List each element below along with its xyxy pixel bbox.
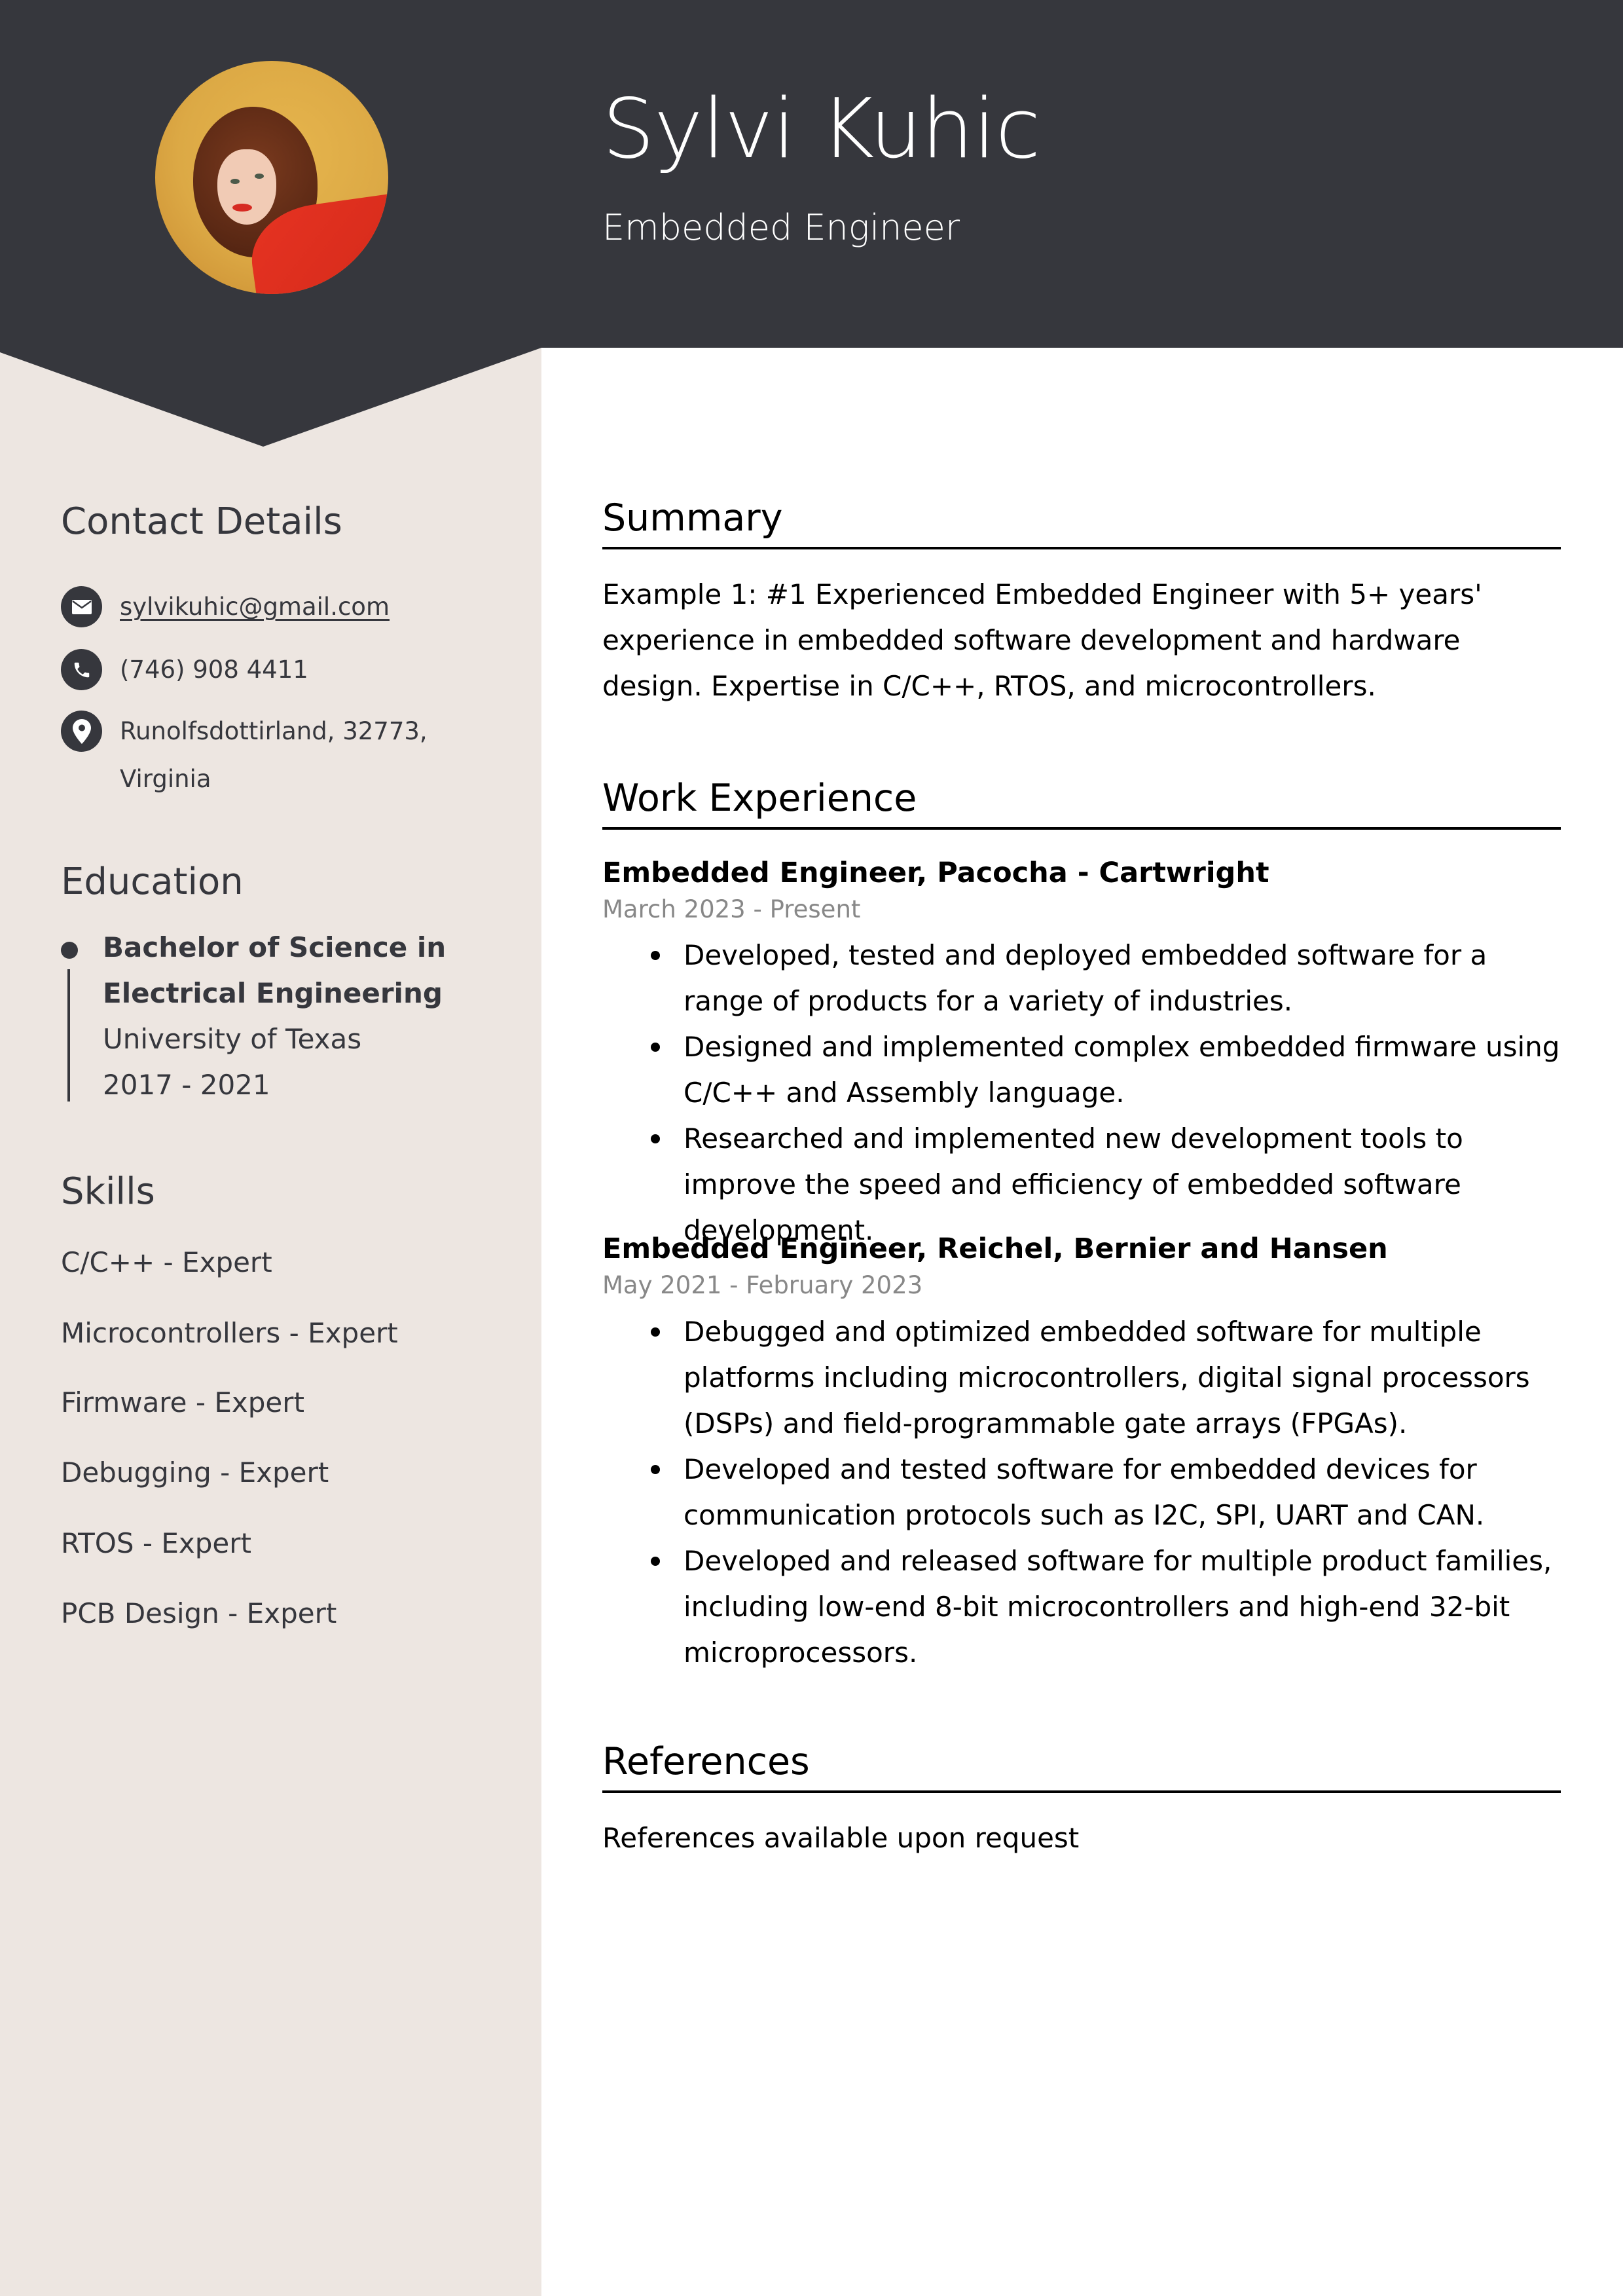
bullet-text: Researched and implemented new developme… xyxy=(684,1122,1463,1246)
photo-lips xyxy=(232,204,252,212)
degree-line-1: Bachelor of Science in xyxy=(103,931,447,963)
school-name: University of Texas xyxy=(103,1023,362,1055)
skill-item: C/C++ - Expert xyxy=(61,1246,272,1278)
contact-address: Runolfsdottirland, 32773, Virginia xyxy=(61,711,428,803)
summary-text: Example 1: #1 Experienced Embedded Engin… xyxy=(602,578,1482,702)
degree-line-2: Electrical Engineering xyxy=(103,977,443,1009)
job-entry-header: Embedded Engineer, Reichel, Bernier and … xyxy=(602,1229,1561,1303)
bullet-icon xyxy=(651,951,660,960)
job-title: Embedded Engineer, Pacocha - Cartwright xyxy=(602,857,1269,889)
skill-item: Microcontrollers - Expert xyxy=(61,1317,398,1349)
job-bullet: Developed and tested software for embedd… xyxy=(651,1447,1565,1538)
phone-number: (746) 908 4411 xyxy=(120,656,308,684)
job-bullet: Designed and implemented complex embedde… xyxy=(651,1024,1565,1116)
timeline-dot xyxy=(61,942,78,959)
address-line-2: Virginia xyxy=(120,765,211,793)
job-bullet: Developed, tested and deployed embedded … xyxy=(651,933,1565,1024)
job-entry-header: Embedded Engineer, Pacocha - Cartwright … xyxy=(602,853,1561,927)
bullet-text: Developed, tested and deployed embedded … xyxy=(684,939,1487,1017)
education-item: Bachelor of Science in Electrical Engine… xyxy=(103,925,522,1108)
address: Runolfsdottirland, 32773, Virginia xyxy=(120,707,428,803)
job-dates: May 2021 - February 2023 xyxy=(602,1271,923,1299)
bullet-icon xyxy=(651,1465,660,1474)
header-chevron xyxy=(0,347,541,447)
job-bullets: Developed, tested and deployed embedded … xyxy=(651,933,1565,1253)
bullet-icon xyxy=(651,1557,660,1566)
phone-icon xyxy=(61,649,102,690)
skill-item: RTOS - Expert xyxy=(61,1527,251,1559)
education-years: 2017 - 2021 xyxy=(103,1069,270,1101)
bullet-icon xyxy=(651,1134,660,1143)
bullet-icon xyxy=(651,1327,660,1337)
candidate-title: Embedded Engineer xyxy=(602,207,960,248)
experience-heading: Work Experience xyxy=(602,776,1561,830)
timeline-line xyxy=(67,969,70,1102)
bullet-text: Developed and tested software for embedd… xyxy=(684,1453,1485,1531)
photo-eye-left xyxy=(230,179,240,184)
job-bullets: Debugged and optimized embedded software… xyxy=(651,1309,1565,1676)
job-dates: March 2023 - Present xyxy=(602,895,861,923)
summary-heading: Summary xyxy=(602,496,1561,550)
references-text: References available upon request xyxy=(602,1822,1080,1854)
candidate-name: Sylvi Kuhic xyxy=(602,81,1041,177)
skills-heading: Skills xyxy=(61,1170,155,1213)
skill-item: PCB Design - Expert xyxy=(61,1597,337,1629)
job-bullet: Developed and released software for mult… xyxy=(651,1538,1565,1676)
bullet-text: Debugged and optimized embedded software… xyxy=(684,1316,1530,1439)
location-pin-icon xyxy=(61,711,102,752)
email-link[interactable]: sylvikuhic@gmail.com xyxy=(120,583,390,631)
envelope-icon xyxy=(61,586,102,627)
education-heading: Education xyxy=(61,861,244,903)
address-line-1: Runolfsdottirland, 32773, xyxy=(120,717,428,745)
profile-photo xyxy=(155,61,388,294)
bullet-text: Designed and implemented complex embedde… xyxy=(684,1031,1560,1109)
photo-face xyxy=(217,149,276,225)
bullet-icon xyxy=(651,1043,660,1052)
bullet-text: Developed and released software for mult… xyxy=(684,1545,1552,1669)
skill-item: Firmware - Expert xyxy=(61,1386,304,1418)
job-bullet: Debugged and optimized embedded software… xyxy=(651,1309,1565,1447)
contact-phone: (746) 908 4411 xyxy=(61,649,308,694)
photo-eye-right xyxy=(255,174,264,179)
skill-item: Debugging - Expert xyxy=(61,1456,329,1489)
contact-email: sylvikuhic@gmail.com xyxy=(61,586,390,631)
references-heading: References xyxy=(602,1739,1561,1794)
job-title: Embedded Engineer, Reichel, Bernier and … xyxy=(602,1232,1388,1265)
contact-heading: Contact Details xyxy=(61,500,342,543)
